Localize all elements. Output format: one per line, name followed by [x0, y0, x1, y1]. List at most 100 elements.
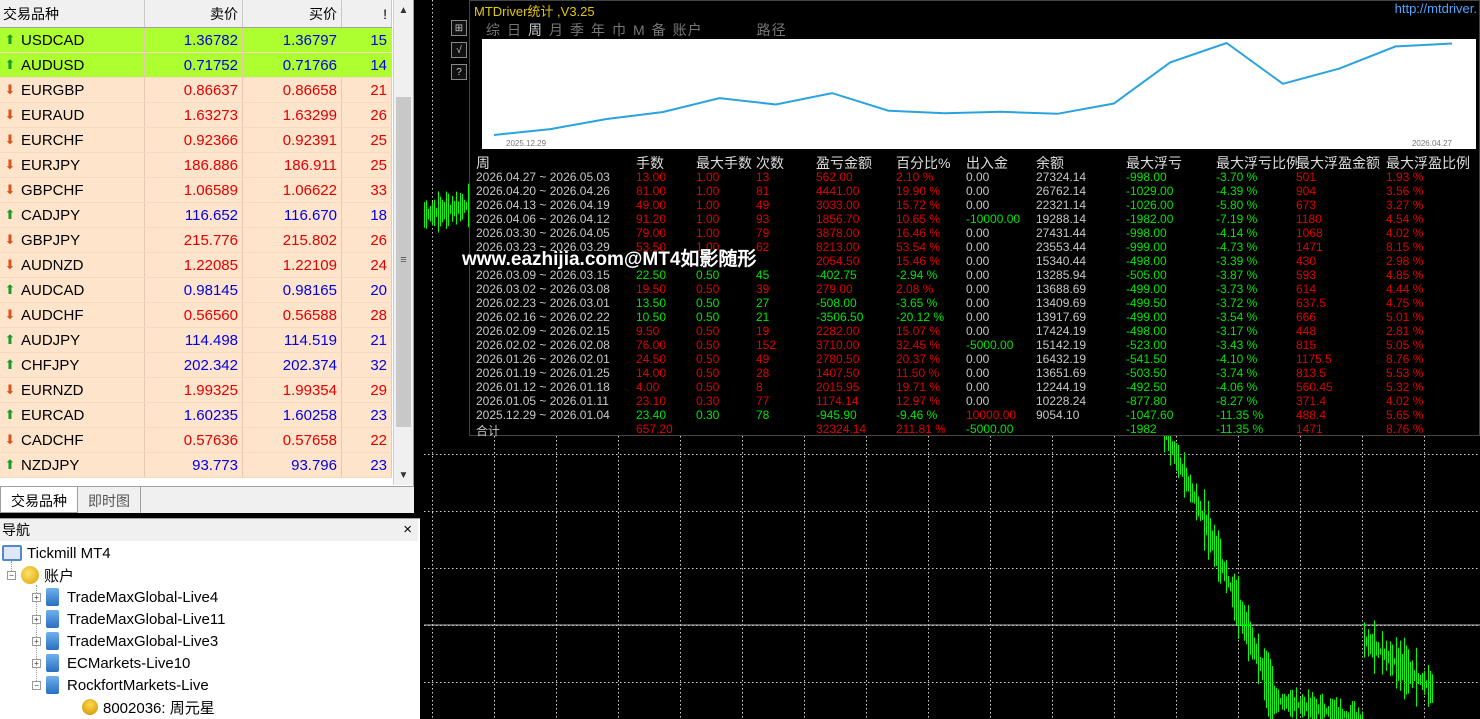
symbol-cell: ⬆ AUDCAD — [0, 278, 145, 302]
symbol-row[interactable]: ⬇ AUDCHF 0.56560 0.56588 28 — [0, 303, 392, 328]
expand-icon[interactable]: + — [32, 658, 41, 668]
tab-symbols[interactable]: 交易品种 — [0, 487, 78, 513]
symbol-row[interactable]: ⬇ EURCHF 0.92366 0.92391 25 — [0, 128, 392, 153]
stats-cell: 13409.69 — [1036, 296, 1087, 310]
stats-cell: 27431.44 — [1036, 226, 1087, 240]
expand-icon[interactable]: + — [32, 592, 41, 602]
symbol-row[interactable]: ⬇ EURGBP 0.86637 0.86658 21 — [0, 78, 392, 103]
symbol-cell: ⬇ EURJPY — [0, 153, 145, 177]
symbol-row[interactable]: ⬆ CADJPY 116.652 116.670 18 — [0, 203, 392, 228]
period-tab[interactable]: 月 — [549, 22, 564, 38]
total-max-float-profit-pct: 8.76 % — [1386, 422, 1424, 436]
stats-cell: 1.00 — [696, 184, 720, 198]
column-symbol[interactable]: 交易品种 — [0, 0, 145, 27]
path-tab[interactable]: 路径 — [757, 22, 787, 38]
scroll-up-icon[interactable]: ▲ — [394, 0, 413, 20]
stats-cell: 23.10 — [636, 394, 667, 408]
period-tab[interactable]: 账户 — [673, 22, 703, 38]
period-tab[interactable]: 年 — [591, 22, 606, 38]
stats-cell: 12244.19 — [1036, 380, 1087, 394]
symbol-row[interactable]: ⬇ EURAUD 1.63273 1.63299 26 — [0, 103, 392, 128]
symbol-row[interactable]: ⬆ USDCAD 1.36782 1.36797 15 — [0, 28, 392, 53]
symbol-cell: ⬆ NZDJPY — [0, 453, 145, 477]
stats-cell: 13285.94 — [1036, 268, 1087, 282]
stats-row: 2026.02.09 ~ 2026.02.15 9.50 0.50 19 2282.00… — [476, 324, 1480, 338]
symbol-name: EURGBP — [21, 81, 85, 99]
layout-icon[interactable]: ⊞ — [451, 20, 467, 36]
stats-cell: 45 — [756, 268, 770, 282]
ask-cell: 186.911 — [243, 153, 342, 177]
scrollbar-grip-icon: ≡ — [400, 254, 407, 266]
symbol-row[interactable]: ⬇ EURJPY 186.886 186.911 25 — [0, 153, 392, 178]
period-tab[interactable]: 备 — [652, 22, 667, 38]
symbol-row[interactable]: ⬆ AUDJPY 114.498 114.519 21 — [0, 328, 392, 353]
symbol-name: AUDJPY — [21, 331, 81, 349]
tree-root[interactable]: Tickmill MT4 — [2, 542, 111, 564]
symbol-row[interactable]: ⬆ EURCAD 1.60235 1.60258 23 — [0, 403, 392, 428]
stats-cell: 2.10 % — [896, 170, 934, 184]
close-icon[interactable]: × — [403, 521, 412, 538]
collapse-icon[interactable]: − — [32, 680, 41, 690]
stats-cell: 20.37 % — [896, 352, 941, 366]
period-tab[interactable]: 周 — [528, 22, 543, 38]
column-bid[interactable]: 卖价 — [145, 0, 243, 27]
symbol-row[interactable]: ⬇ AUDNZD 1.22085 1.22109 24 — [0, 253, 392, 278]
stats-cell: 1.00 — [696, 212, 720, 226]
tab-tick-chart[interactable]: 即时图 — [78, 487, 141, 513]
tree-server-item[interactable]: − RockfortMarkets-Live — [32, 674, 209, 696]
symbol-row[interactable]: ⬆ AUDCAD 0.98145 0.98165 20 — [0, 278, 392, 303]
check-icon[interactable]: √ — [451, 42, 467, 58]
market-watch-scrollbar[interactable]: ▲ ≡ ▼ — [393, 0, 413, 485]
total-deposit: -5000.00 — [966, 422, 1014, 436]
expand-icon[interactable]: + — [32, 614, 41, 624]
panel-url-link[interactable]: http://mtdriver. — [1395, 1, 1477, 16]
scroll-down-icon[interactable]: ▼ — [394, 465, 413, 485]
ask-cell: 0.98165 — [243, 278, 342, 302]
stats-cell: -3.65 % — [896, 296, 938, 310]
period-tab[interactable]: 季 — [570, 22, 585, 38]
stats-cell: -4.10 % — [1216, 352, 1258, 366]
tree-server-item[interactable]: + ECMarkets-Live10 — [32, 652, 190, 674]
stats-row: 2025.12.29 ~ 2026.01.04 23.40 0.30 78 -945.9… — [476, 408, 1480, 422]
stats-cell: 3033.00 — [816, 198, 860, 212]
column-spread[interactable]: ! — [342, 0, 392, 27]
tree-account-item[interactable]: 8002036: 周元星 — [82, 696, 215, 718]
stats-cell: 2026.02.02 ~ 2026.02.08 — [476, 338, 610, 352]
expand-icon[interactable]: + — [32, 636, 41, 646]
symbol-cell: ⬇ EURAUD — [0, 103, 145, 127]
stats-cell: 2026.03.02 ~ 2026.03.08 — [476, 282, 610, 296]
symbol-row[interactable]: ⬇ GBPCHF 1.06589 1.06622 33 — [0, 178, 392, 203]
period-tab[interactable]: 巾 — [612, 22, 627, 38]
tree-server-item[interactable]: + TradeMaxGlobal-Live4 — [32, 586, 218, 608]
symbol-name: EURNZD — [21, 381, 84, 399]
period-tab[interactable]: M — [633, 22, 646, 38]
symbol-row[interactable]: ⬆ AUDUSD 0.71752 0.71766 14 — [0, 53, 392, 78]
stats-cell: 21 — [756, 310, 770, 324]
symbol-row[interactable]: ⬇ CADCHF 0.57636 0.57658 22 — [0, 428, 392, 453]
symbol-row[interactable]: ⬆ NZDJPY 93.773 93.796 23 — [0, 453, 392, 478]
stats-cell: -4.73 % — [1216, 240, 1258, 254]
help-icon[interactable]: ? — [451, 64, 467, 80]
collapse-icon[interactable]: − — [7, 570, 16, 580]
accounts-icon — [21, 566, 39, 584]
ask-cell: 0.56588 — [243, 303, 342, 327]
symbol-row[interactable]: ⬇ EURNZD 1.99325 1.99354 29 — [0, 378, 392, 403]
stats-cell: 19.50 — [636, 282, 667, 296]
tree-server-item[interactable]: + TradeMaxGlobal-Live11 — [32, 608, 225, 630]
stats-cell: 560.45 — [1296, 380, 1333, 394]
symbol-row[interactable]: ⬆ CHFJPY 202.342 202.374 32 — [0, 353, 392, 378]
stats-cell: 488.4 — [1296, 408, 1327, 422]
bid-cell: 202.342 — [145, 353, 243, 377]
market-watch-tabs: 交易品种 即时图 — [0, 486, 414, 513]
stats-header: 周手数 最大手数 次数 盈亏金额 百分比% 出入金 余额 最大浮亏 最大浮亏比例 最大浮盈金额 最大… — [476, 153, 1480, 171]
period-tab[interactable]: 日 — [507, 22, 522, 38]
symbol-row[interactable]: ⬇ GBPJPY 215.776 215.802 26 — [0, 228, 392, 253]
period-tab[interactable]: 综 — [486, 22, 501, 38]
arrow-up-icon: ⬆ — [4, 282, 16, 297]
stats-cell: 93 — [756, 212, 770, 226]
tree-server-item[interactable]: + TradeMaxGlobal-Live3 — [32, 630, 218, 652]
ask-cell: 0.92391 — [243, 128, 342, 152]
column-ask[interactable]: 买价 — [243, 0, 342, 27]
tree-accounts[interactable]: − 账户 — [7, 564, 74, 586]
stats-cell: 1175.5 — [1296, 352, 1332, 366]
